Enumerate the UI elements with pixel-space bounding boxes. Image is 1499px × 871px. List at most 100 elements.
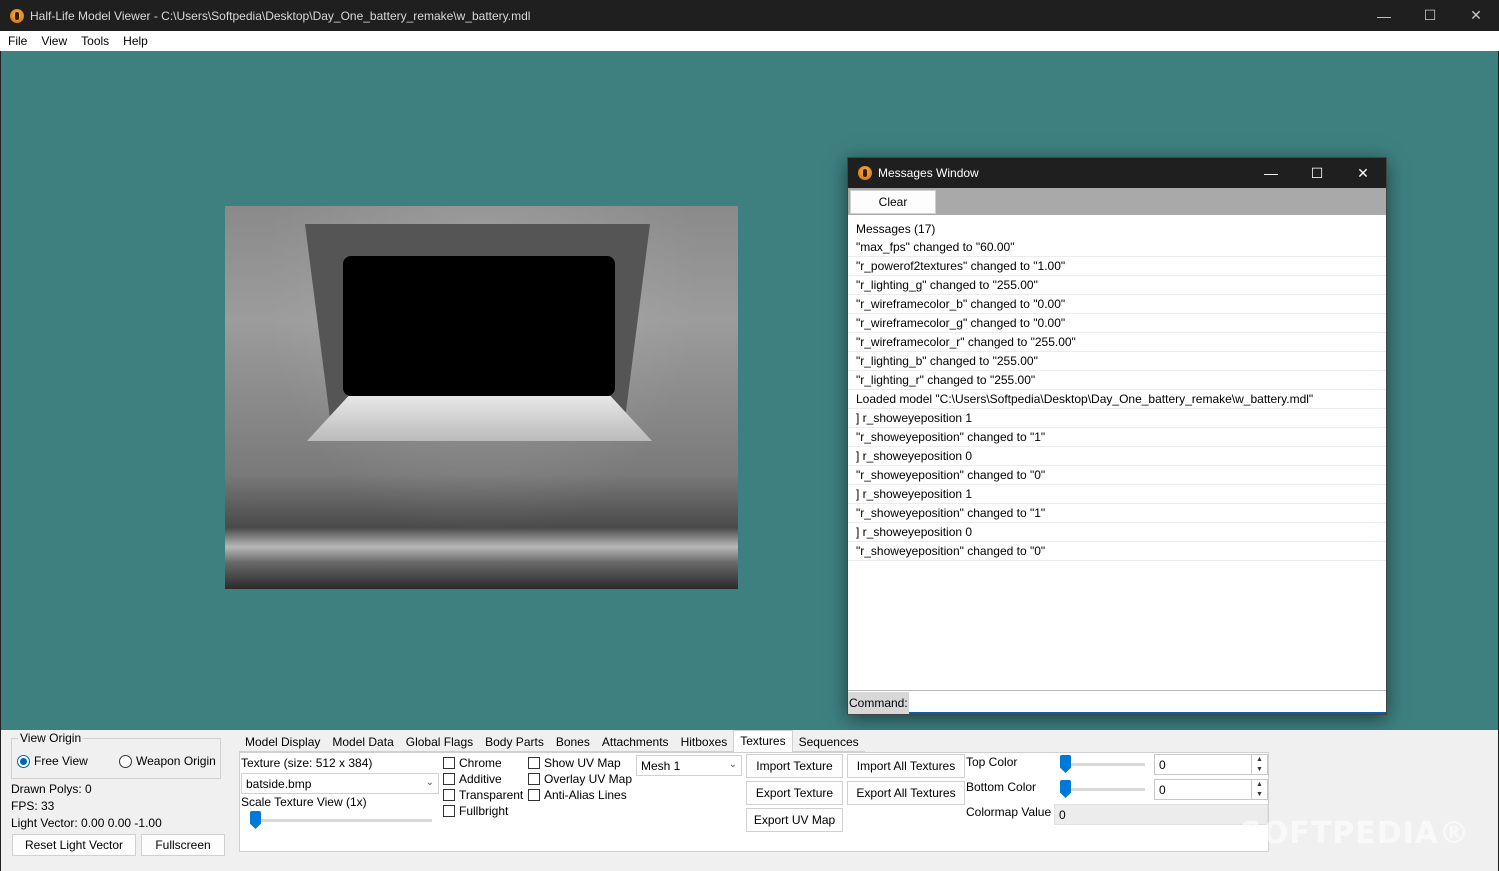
softpedia-watermark: SOFTPEDIA® bbox=[1240, 816, 1470, 851]
top-color-value: 0 bbox=[1159, 757, 1166, 772]
message-item[interactable]: "r_showeyeposition" changed to "1" bbox=[848, 428, 1386, 447]
top-color-slider[interactable] bbox=[1063, 763, 1145, 766]
message-item[interactable]: "r_wireframecolor_g" changed to "0.00" bbox=[848, 314, 1386, 333]
scale-texture-slider-thumb[interactable] bbox=[250, 811, 261, 829]
top-color-spinbox[interactable]: 0 ▲ ▼ bbox=[1154, 754, 1268, 775]
spin-down-icon[interactable]: ▼ bbox=[1252, 790, 1267, 800]
bottom-color-spinbox[interactable]: 0 ▲ ▼ bbox=[1154, 779, 1268, 800]
top-color-label: Top Color bbox=[966, 755, 1018, 769]
messages-maximize-button[interactable]: ☐ bbox=[1294, 158, 1340, 188]
spin-up-icon[interactable]: ▲ bbox=[1252, 755, 1267, 765]
spin-down-icon[interactable]: ▼ bbox=[1252, 765, 1267, 775]
message-item[interactable]: "r_showeyeposition" changed to "1" bbox=[848, 504, 1386, 523]
spin-arrows[interactable]: ▲ ▼ bbox=[1251, 755, 1267, 774]
message-item[interactable]: "r_lighting_r" changed to "255.00" bbox=[848, 371, 1386, 390]
texture-size-label: Texture (size: 512 x 384) bbox=[241, 756, 373, 770]
spin-arrows[interactable]: ▲ ▼ bbox=[1251, 780, 1267, 799]
minimize-button[interactable]: — bbox=[1361, 0, 1407, 31]
messages-close-button[interactable]: ✕ bbox=[1340, 158, 1386, 188]
texture-select-value: batside.bmp bbox=[246, 776, 312, 791]
message-item[interactable]: ] r_showeyeposition 1 bbox=[848, 485, 1386, 504]
message-item[interactable]: "r_lighting_b" changed to "255.00" bbox=[848, 352, 1386, 371]
mesh-select-value: Mesh 1 bbox=[641, 758, 681, 773]
fullbright-checkbox[interactable]: Fullbright bbox=[443, 804, 508, 818]
message-item[interactable]: "max_fps" changed to "60.00" bbox=[848, 238, 1386, 257]
tab-model-display[interactable]: Model Display bbox=[239, 732, 327, 752]
messages-header: Messages (17) bbox=[856, 222, 936, 236]
texture-select[interactable]: batside.bmp ⌄ bbox=[241, 773, 439, 794]
fullbright-label: Fullbright bbox=[459, 804, 509, 818]
messages-window-controls: — ☐ ✕ bbox=[1248, 158, 1386, 188]
texture-preview bbox=[225, 206, 738, 589]
additive-checkbox[interactable]: Additive bbox=[443, 772, 502, 786]
export-all-textures-button[interactable]: Export All Textures bbox=[847, 781, 965, 805]
import-texture-button[interactable]: Import Texture bbox=[746, 754, 843, 778]
checkbox-box bbox=[528, 789, 540, 801]
scale-texture-label: Scale Texture View (1x) bbox=[241, 795, 367, 809]
messages-minimize-button[interactable]: — bbox=[1248, 158, 1294, 188]
message-item[interactable]: ] r_showeyeposition 0 bbox=[848, 523, 1386, 542]
light-vector: Light Vector: 0.00 0.00 -1.00 bbox=[11, 816, 162, 830]
transparent-checkbox[interactable]: Transparent bbox=[443, 788, 523, 802]
message-item[interactable]: "r_wireframecolor_b" changed to "0.00" bbox=[848, 295, 1386, 314]
messages-title-bar: Messages Window — ☐ ✕ bbox=[848, 158, 1386, 188]
window-controls: — ☐ ✕ bbox=[1361, 0, 1499, 31]
anti-alias-lines-checkbox[interactable]: Anti-Alias Lines bbox=[528, 788, 627, 802]
tab-attachments[interactable]: Attachments bbox=[595, 732, 675, 752]
maximize-button[interactable]: ☐ bbox=[1407, 0, 1453, 31]
show-uv-map-label: Show UV Map bbox=[544, 756, 621, 770]
checkbox-box bbox=[528, 773, 540, 785]
import-all-textures-button[interactable]: Import All Textures bbox=[847, 754, 965, 778]
weapon-origin-radio[interactable]: Weapon Origin bbox=[119, 754, 216, 768]
message-item[interactable]: "r_powerof2textures" changed to "1.00" bbox=[848, 257, 1386, 276]
close-button[interactable]: ✕ bbox=[1453, 0, 1499, 31]
free-view-radio[interactable]: Free View bbox=[17, 754, 88, 768]
menu-file[interactable]: File bbox=[0, 34, 34, 48]
message-item[interactable]: "r_wireframecolor_r" changed to "255.00" bbox=[848, 333, 1386, 352]
messages-app-icon bbox=[858, 166, 872, 180]
message-item[interactable]: "r_lighting_g" changed to "255.00" bbox=[848, 276, 1386, 295]
colormap-value-label: Colormap Value bbox=[966, 805, 1052, 819]
weapon-origin-label: Weapon Origin bbox=[136, 754, 216, 768]
message-item[interactable]: Loaded model "C:\Users\Softpedia\Desktop… bbox=[848, 390, 1386, 409]
scale-texture-slider[interactable] bbox=[250, 819, 432, 822]
chevron-down-icon: ⌄ bbox=[728, 759, 737, 770]
message-item[interactable]: "r_showeyeposition" changed to "0" bbox=[848, 542, 1386, 561]
message-item[interactable]: ] r_showeyeposition 0 bbox=[848, 447, 1386, 466]
checkbox-box bbox=[443, 805, 455, 817]
mesh-select[interactable]: Mesh 1 ⌄ bbox=[636, 755, 742, 776]
messages-title: Messages Window bbox=[878, 166, 979, 180]
export-texture-button[interactable]: Export Texture bbox=[746, 781, 843, 805]
bottom-color-label: Bottom Color bbox=[966, 780, 1037, 794]
colormap-value-field: 0 bbox=[1054, 804, 1268, 825]
command-input[interactable] bbox=[908, 691, 1386, 714]
fullscreen-button[interactable]: Fullscreen bbox=[141, 834, 225, 856]
tab-global-flags[interactable]: Global Flags bbox=[399, 732, 480, 752]
tab-body-parts[interactable]: Body Parts bbox=[479, 732, 550, 752]
bottom-color-slider[interactable] bbox=[1063, 788, 1145, 791]
tab-sequences[interactable]: Sequences bbox=[792, 732, 865, 752]
tab-model-data[interactable]: Model Data bbox=[326, 732, 400, 752]
spin-up-icon[interactable]: ▲ bbox=[1252, 780, 1267, 790]
tab-textures[interactable]: Textures bbox=[733, 730, 793, 752]
menu-help[interactable]: Help bbox=[116, 34, 155, 48]
clear-button[interactable]: Clear bbox=[850, 190, 936, 214]
message-item[interactable]: ] r_showeyeposition 1 bbox=[848, 409, 1386, 428]
reset-light-vector-button[interactable]: Reset Light Vector bbox=[12, 834, 136, 856]
tab-hitboxes[interactable]: Hitboxes bbox=[674, 732, 734, 752]
overlay-uv-map-checkbox[interactable]: Overlay UV Map bbox=[528, 772, 632, 786]
menu-view[interactable]: View bbox=[34, 34, 74, 48]
fps-readout: FPS: 33 bbox=[11, 799, 55, 813]
chevron-down-icon: ⌄ bbox=[425, 777, 434, 788]
control-panel: View Origin Free View Weapon Origin Draw… bbox=[1, 730, 1498, 871]
menu-tools[interactable]: Tools bbox=[74, 34, 116, 48]
bottom-color-value: 0 bbox=[1159, 782, 1166, 797]
show-uv-map-checkbox[interactable]: Show UV Map bbox=[528, 756, 621, 770]
tab-bones[interactable]: Bones bbox=[549, 732, 596, 752]
messages-list[interactable]: "max_fps" changed to "60.00" "r_powerof2… bbox=[848, 238, 1386, 561]
export-uv-map-button[interactable]: Export UV Map bbox=[746, 808, 843, 832]
overlay-uv-map-label: Overlay UV Map bbox=[544, 772, 633, 786]
chrome-checkbox[interactable]: Chrome bbox=[443, 756, 502, 770]
tab-bar: Model Display Model Data Global Flags Bo… bbox=[239, 730, 865, 752]
message-item[interactable]: "r_showeyeposition" changed to "0" bbox=[848, 466, 1386, 485]
